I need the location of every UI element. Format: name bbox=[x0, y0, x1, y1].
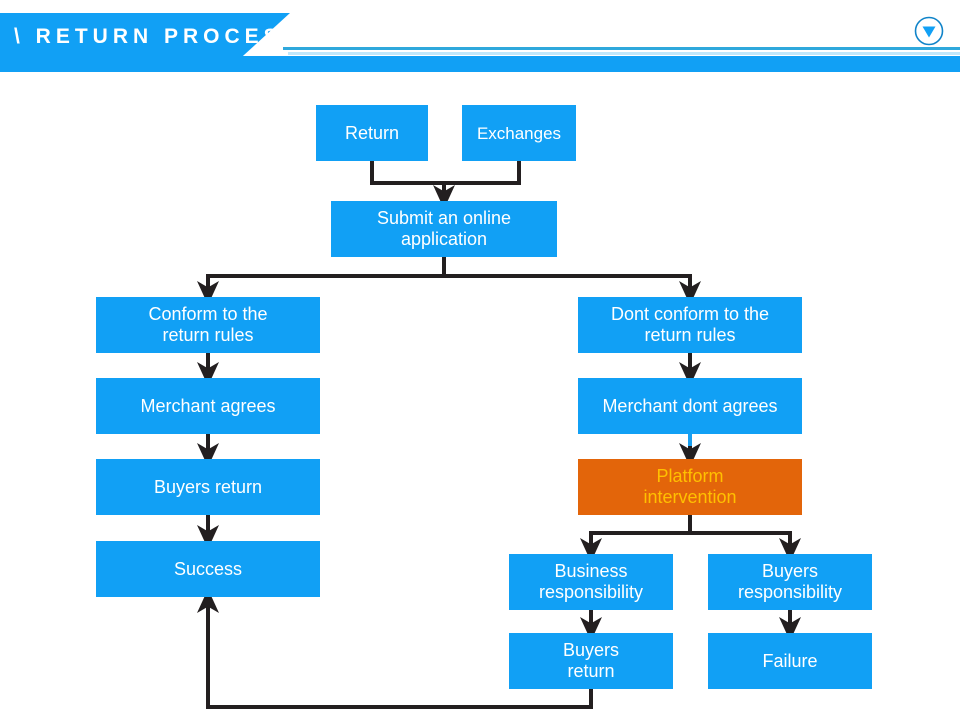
node-submit-online-application[interactable]: Submit an online application bbox=[331, 201, 557, 257]
node-success[interactable]: Success bbox=[96, 541, 320, 597]
node-platform-intervention[interactable]: Platform intervention bbox=[578, 459, 802, 515]
header-accent-line-light bbox=[288, 52, 960, 55]
header-accent-line-dark bbox=[283, 47, 960, 50]
triangle-down-circle-icon[interactable] bbox=[914, 16, 944, 46]
node-dont-conform-to-return-rules[interactable]: Dont conform to the return rules bbox=[578, 297, 802, 353]
page-title: \ RETURN PROCESS bbox=[14, 25, 302, 48]
edge-return-exchanges-merge bbox=[370, 161, 521, 185]
node-failure[interactable]: Failure bbox=[708, 633, 872, 689]
node-conform-to-return-rules[interactable]: Conform to the return rules bbox=[96, 297, 320, 353]
node-exchanges[interactable]: Exchanges bbox=[462, 105, 576, 161]
edge-platform-to-business-responsibility bbox=[580, 515, 692, 562]
edge-submit-to-dont-conform bbox=[444, 274, 701, 305]
header-underbar bbox=[0, 56, 960, 72]
node-merchant-dont-agrees[interactable]: Merchant dont agrees bbox=[578, 378, 802, 434]
page-header: \ RETURN PROCESS bbox=[0, 0, 960, 80]
node-buyers-return-right[interactable]: Buyers return bbox=[509, 633, 673, 689]
flowchart-canvas: Return Exchanges Submit an online applic… bbox=[0, 80, 960, 725]
node-merchant-agrees[interactable]: Merchant agrees bbox=[96, 378, 320, 434]
edge-platform-to-buyers-responsibility bbox=[690, 531, 801, 562]
node-buyers-return-left[interactable]: Buyers return bbox=[96, 459, 320, 515]
node-return[interactable]: Return bbox=[316, 105, 428, 161]
node-business-responsibility[interactable]: Business responsibility bbox=[509, 554, 673, 610]
node-buyers-responsibility[interactable]: Buyers responsibility bbox=[708, 554, 872, 610]
edge-submit-to-conform bbox=[197, 257, 446, 305]
